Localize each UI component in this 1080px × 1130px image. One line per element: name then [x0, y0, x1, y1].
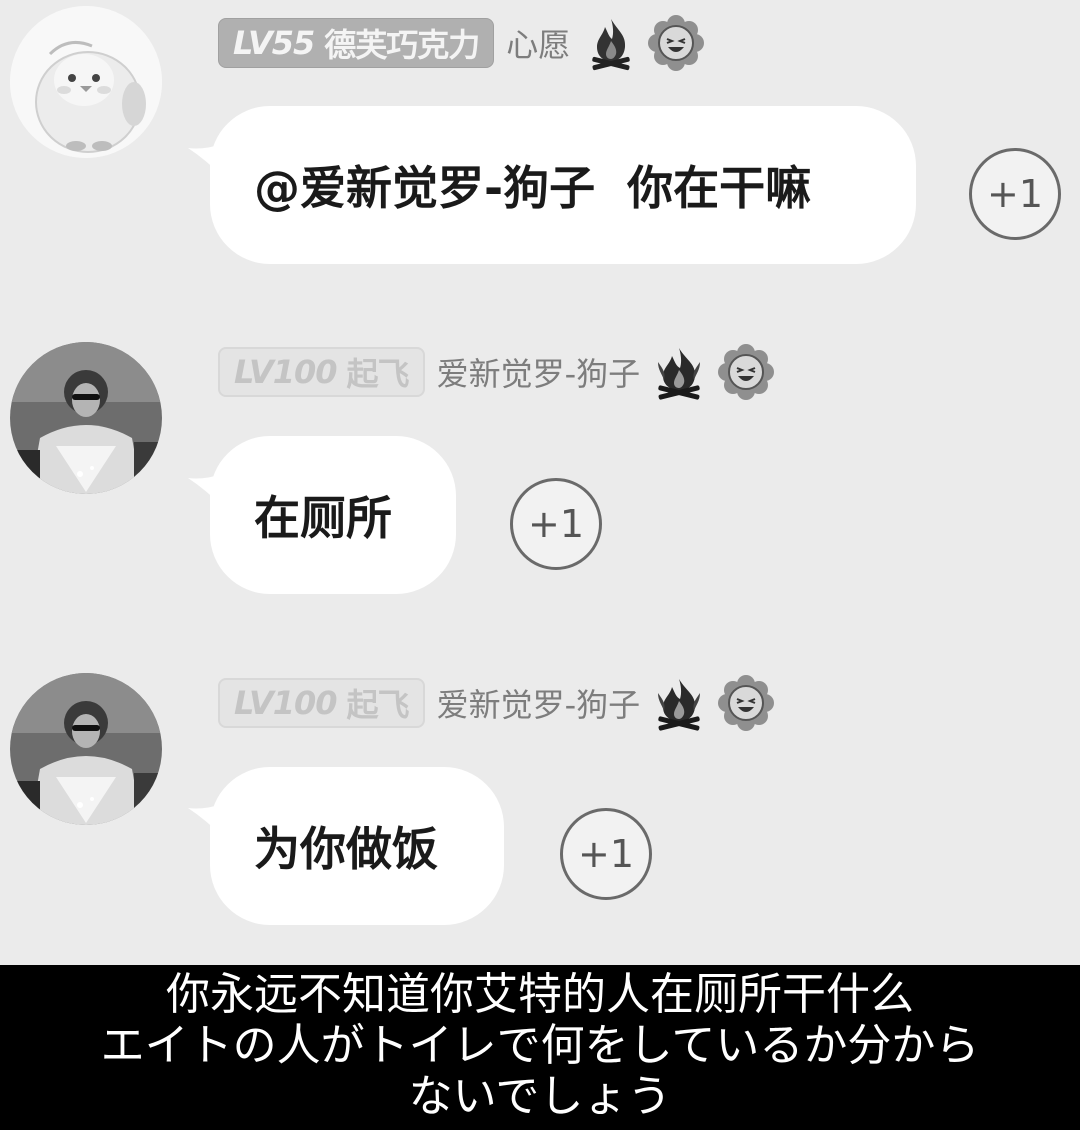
badge-text: 德芙巧克力 [324, 26, 480, 64]
message-meta: LV100 起飞 爱新觉罗-狗子 [218, 675, 775, 731]
avatar[interactable] [10, 6, 162, 158]
level-label: LV100 [234, 353, 338, 391]
plus-one-button[interactable]: +1 [510, 478, 602, 570]
level-label: LV100 [234, 684, 338, 722]
message-meta: LV100 起飞 爱新觉罗-狗子 [218, 344, 775, 400]
caption-line: 你永远不知道你艾特的人在厕所干什么 [166, 969, 914, 1020]
level-badge: LV55 德芙巧克力 [218, 18, 495, 68]
avatar[interactable] [10, 673, 162, 825]
username[interactable]: 爱新觉罗-狗子 [437, 349, 641, 395]
plus-one-button[interactable]: +1 [969, 148, 1061, 240]
level-badge: LV100 起飞 [218, 347, 425, 397]
username[interactable]: 爱新觉罗-狗子 [437, 680, 641, 726]
chat-area: LV55 德芙巧克力 心愿 @爱新觉罗-狗子 你在干嘛 +1 LV100 起飞 … [0, 0, 1080, 965]
plus-one-label: +1 [577, 832, 635, 876]
avatar[interactable] [10, 342, 162, 494]
subtitle-caption: 你永远不知道你艾特的人在厕所干什么 エイトの人がトイレで何をしているか分から な… [0, 965, 1080, 1130]
caption-line: ないでしょう [408, 1071, 672, 1122]
smiling-flower-icon [718, 675, 775, 731]
message-text: 为你做饭 [254, 822, 438, 876]
plus-one-label: +1 [527, 502, 585, 546]
message-meta: LV55 德芙巧克力 心愿 [218, 15, 705, 71]
plus-one-button[interactable]: +1 [560, 808, 652, 900]
caption-line: エイトの人がトイレで何をしているか分から [100, 1020, 980, 1071]
message-text: 在厕所 [254, 491, 392, 545]
level-label: LV55 [233, 24, 315, 62]
smiling-flower-icon [648, 15, 705, 71]
smiling-flower-icon [718, 344, 775, 400]
badge-text: 起飞 [346, 355, 410, 393]
campfire-icon [652, 675, 706, 731]
message-text: @爱新觉罗-狗子 你在干嘛 [254, 161, 812, 215]
badge-text: 起飞 [346, 686, 410, 724]
campfire-icon [652, 344, 706, 400]
message-bubble[interactable]: 在厕所 [210, 436, 456, 594]
level-badge: LV100 起飞 [218, 678, 425, 728]
message-bubble[interactable]: 为你做饭 [210, 767, 504, 925]
message-bubble[interactable]: @爱新觉罗-狗子 你在干嘛 [210, 106, 916, 264]
campfire-icon [588, 15, 634, 71]
plus-one-label: +1 [986, 172, 1044, 216]
username[interactable]: 心愿 [506, 20, 570, 66]
